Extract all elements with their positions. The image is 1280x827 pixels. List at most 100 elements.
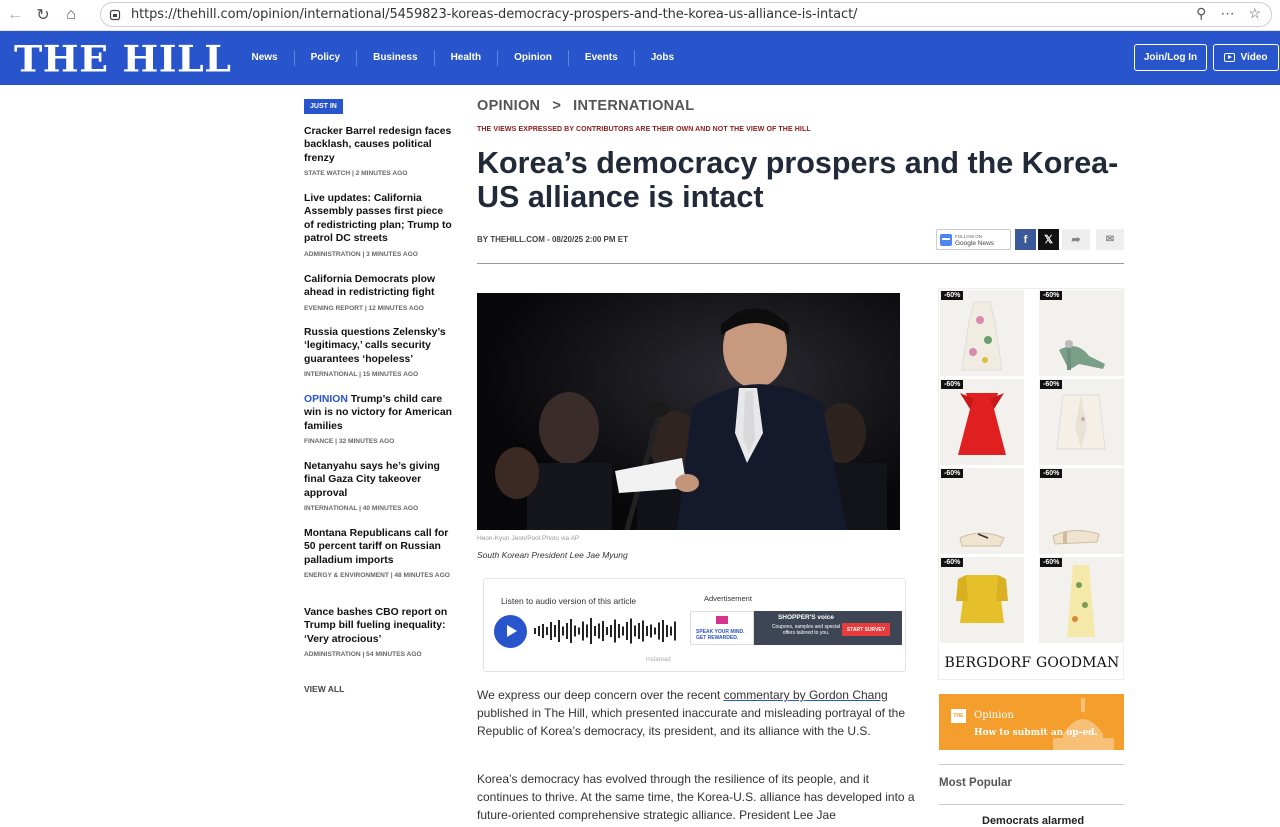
breadcrumb-section[interactable]: OPINION — [477, 98, 540, 114]
discount-badge: -60% — [1040, 558, 1063, 567]
gnews-label: Google News — [955, 239, 995, 247]
x-share-button[interactable]: 𝕏 — [1038, 229, 1059, 250]
opinion-card-title: Opinion — [974, 710, 1014, 721]
audio-player: Listen to audio version of this article … — [483, 578, 906, 672]
popular-story-title[interactable]: Democrats alarmed — [982, 815, 1084, 827]
bergdorf-ad[interactable]: -60% -60% -60% -60% -60% -60% -60% -60% … — [938, 288, 1124, 680]
discount-badge: -60% — [941, 558, 964, 567]
nav-news[interactable]: News — [236, 50, 295, 66]
ad-brand: SHOPPER'S voice — [777, 614, 835, 621]
discount-badge: -60% — [941, 380, 964, 389]
story-title[interactable]: Vance bashes CBO report on Trump bill fu… — [304, 606, 452, 646]
story-meta: INTERNATIONAL | 15 MINUTES AGO — [304, 371, 419, 379]
product-dress-floral[interactable]: -60% — [940, 290, 1024, 376]
story-title[interactable]: Netanyahu says he’s giving final Gaza Ci… — [304, 460, 452, 500]
ad-left-panel: SPEAK YOUR MIND. GET REWARDED. — [690, 611, 754, 645]
photo-credit: Heon-Kyun Jeon/Pool Photo via AP — [477, 535, 580, 542]
product-heels-green[interactable]: -60% — [1039, 290, 1123, 376]
list-item[interactable]: Vance bashes CBO report on Trump bill fu… — [304, 606, 452, 659]
nav-jobs[interactable]: Jobs — [635, 50, 690, 66]
join-login-label: Join/Log In — [1143, 52, 1198, 63]
start-survey-button[interactable]: START SURVEY — [842, 623, 890, 636]
story-title[interactable]: Montana Republicans call for 50 percent … — [304, 527, 452, 567]
video-button[interactable]: Video — [1213, 44, 1279, 71]
breadcrumb-subsection[interactable]: INTERNATIONAL — [573, 98, 694, 114]
list-item[interactable]: Montana Republicans call for 50 percent … — [304, 527, 452, 580]
more-icon[interactable]: ⋯ — [1220, 5, 1234, 22]
reload-icon[interactable]: ↻ — [32, 4, 54, 26]
address-bar[interactable]: https://thehill.com/opinion/internationa… — [100, 2, 1272, 27]
article-byline: BY THEHILL.COM - 08/20/25 2:00 PM ET — [477, 235, 629, 244]
url-text[interactable]: https://thehill.com/opinion/internationa… — [131, 7, 857, 22]
email-share-button[interactable]: ✉ — [1096, 229, 1124, 250]
google-news-follow-button[interactable]: FOLLOW ON Google News — [936, 229, 1011, 250]
nav-policy[interactable]: Policy — [295, 50, 358, 66]
story-meta: ADMINISTRATION | 3 MINUTES AGO — [304, 250, 418, 258]
contributor-disclaimer: THE VIEWS EXPRESSED BY CONTRIBUTORS ARE … — [477, 126, 811, 133]
nav-events[interactable]: Events — [569, 50, 635, 66]
join-login-button[interactable]: Join/Log In — [1134, 44, 1207, 71]
play-icon[interactable] — [494, 615, 527, 648]
nav-business[interactable]: Business — [357, 50, 435, 66]
photo-caption: South Korean President Lee Jae Myung — [477, 550, 628, 560]
list-item[interactable]: Netanyahu says he’s giving final Gaza Ci… — [304, 460, 452, 513]
ad-tagline: SPEAK YOUR MIND. GET REWARDED. — [696, 629, 745, 641]
story-meta: STATE WATCH | 2 MINUTES AGO — [304, 170, 408, 178]
story-title[interactable]: Russia questions Zelensky’s ‘legitimacy,… — [304, 326, 452, 366]
article-headline: Korea’s democracy prospers and the Korea… — [477, 146, 1119, 214]
product-mules-cream[interactable]: -60% — [1039, 468, 1123, 554]
list-item[interactable]: Russia questions Zelensky’s ‘legitimacy,… — [304, 326, 452, 379]
view-all-link[interactable]: VIEW ALL — [304, 684, 344, 694]
lock-icon[interactable] — [109, 8, 123, 22]
header-divider — [477, 263, 1124, 264]
just-in-sidebar: JUST IN Cracker Barrel redesign faces ba… — [304, 95, 452, 658]
story-title[interactable]: OPINION Trump’s child care win is no vic… — [304, 393, 452, 433]
capitol-dome-icon — [1053, 698, 1114, 750]
nav-health[interactable]: Health — [435, 50, 499, 66]
home-icon[interactable]: ⌂ — [60, 4, 82, 26]
discount-badge: -60% — [941, 291, 964, 300]
bookmark-star-icon[interactable]: ☆ — [1248, 5, 1261, 22]
zoom-icon[interactable]: ⚲ — [1196, 5, 1206, 22]
list-item[interactable]: California Democrats plow ahead in redis… — [304, 273, 452, 313]
story-meta: EVENING REPORT | 12 MINUTES AGO — [304, 304, 424, 312]
email-icon: ✉ — [1105, 234, 1115, 245]
story-meta: ADMINISTRATION | 54 MINUTES AGO — [304, 651, 422, 659]
main-nav: News Policy Business Health Opinion Even… — [236, 50, 691, 66]
story-meta: FINANCE | 32 MINUTES AGO — [304, 438, 395, 446]
video-icon — [1224, 53, 1236, 62]
article-photo — [477, 293, 900, 530]
facebook-share-button[interactable]: f — [1015, 229, 1036, 250]
forward-share-button[interactable]: ➦ — [1062, 229, 1090, 250]
story-title[interactable]: Cracker Barrel redesign faces backlash, … — [304, 125, 452, 165]
product-flats-cream[interactable]: -60% — [940, 468, 1024, 554]
list-item[interactable]: Live updates: California Assembly passes… — [304, 192, 452, 259]
product-blazer-white[interactable]: -60% — [1039, 379, 1123, 465]
rail-divider — [939, 804, 1124, 805]
site-logo[interactable]: THE HILL — [14, 37, 232, 80]
back-icon[interactable]: ← — [4, 4, 26, 26]
story-title[interactable]: Live updates: California Assembly passes… — [304, 192, 452, 246]
video-label: Video — [1240, 52, 1268, 63]
bergdorf-goodman-logo[interactable]: BERGDORF GOODMAN — [939, 655, 1125, 671]
story-meta: ENERGY & ENVIRONMENT | 48 MINUTES AGO — [304, 572, 450, 580]
ad-banner[interactable]: SPEAK YOUR MIND. GET REWARDED. SHOPPER'S… — [690, 611, 902, 645]
facebook-icon: f — [1023, 233, 1028, 246]
browser-toolbar: ← ↻ ⌂ https://thehill.com/opinion/intern… — [0, 0, 1280, 31]
submit-op-ed-card[interactable]: THE HILL Opinion How to submit an op-ed. — [939, 694, 1124, 750]
most-popular-heading: Most Popular — [939, 777, 1012, 789]
product-dress-yellow[interactable]: -60% — [940, 557, 1024, 643]
the-hill-mini-logo: THE HILL — [951, 709, 966, 733]
list-item[interactable]: Cracker Barrel redesign faces backlash, … — [304, 125, 452, 178]
x-icon: 𝕏 — [1044, 234, 1053, 246]
gnews-follow-label: FOLLOW ON — [955, 233, 983, 239]
audio-waveform[interactable] — [534, 617, 684, 645]
product-dress-red[interactable]: -60% — [940, 379, 1024, 465]
product-dress-floral-yellow[interactable]: -60% — [1039, 557, 1123, 643]
list-item[interactable]: OPINION Trump’s child care win is no vic… — [304, 393, 452, 446]
commentary-link[interactable]: commentary by Gordon Chang — [724, 688, 888, 702]
nav-opinion[interactable]: Opinion — [498, 50, 569, 66]
opinion-prefix: OPINION — [304, 394, 348, 405]
story-title[interactable]: California Democrats plow ahead in redis… — [304, 273, 452, 300]
ad-copy: SHOPPER'S voice Coupons, samples and spe… — [766, 614, 846, 637]
